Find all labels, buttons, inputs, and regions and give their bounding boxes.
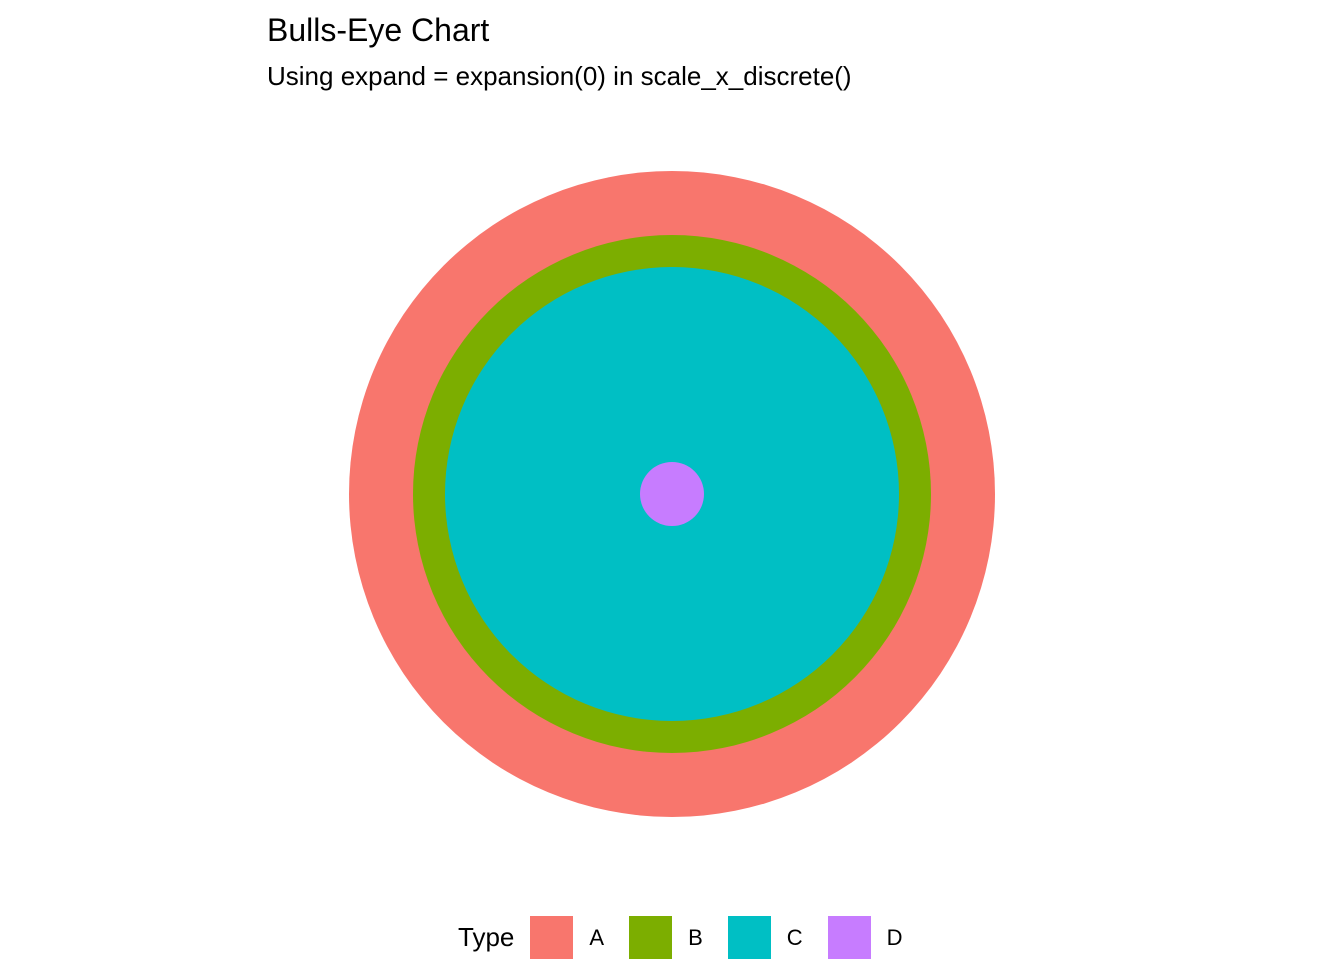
legend: Type A B C D <box>458 915 928 959</box>
legend-label-d: D <box>886 924 903 950</box>
legend-title: Type <box>458 922 515 952</box>
legend-item-c: C <box>727 915 803 959</box>
legend-swatch-b <box>629 915 673 959</box>
legend-item-d: D <box>827 915 903 959</box>
legend-label-a: A <box>589 924 605 950</box>
legend-swatch-a <box>530 915 574 959</box>
plot-area <box>349 171 995 817</box>
legend-label-c: C <box>786 924 803 950</box>
legend-swatch-d <box>827 915 871 959</box>
ring-d <box>640 462 704 526</box>
legend-swatch-c <box>727 915 771 959</box>
bullseye-rings <box>349 171 995 817</box>
legend-label-b: B <box>688 924 703 950</box>
legend-item-a: A <box>530 915 605 959</box>
legend-item-b: B <box>629 915 703 959</box>
